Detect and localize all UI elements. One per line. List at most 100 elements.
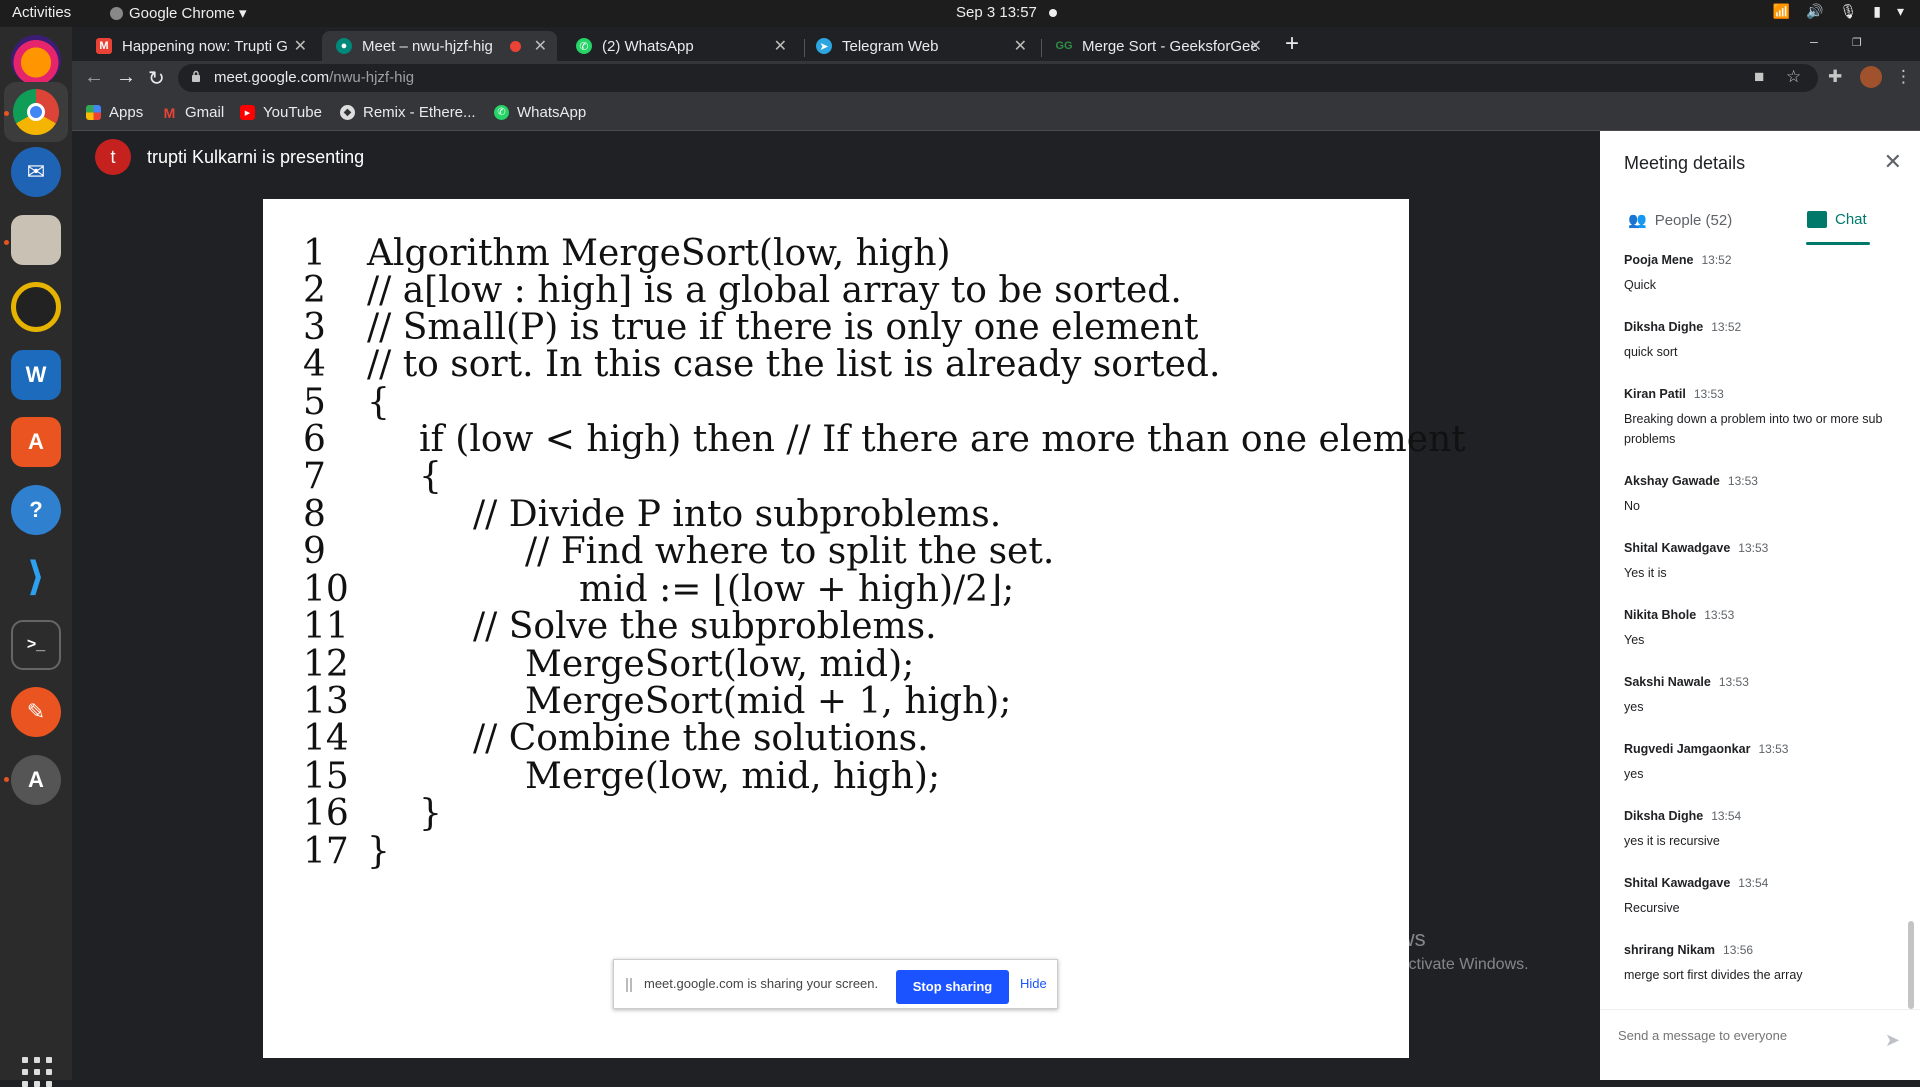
line-number: 15 xyxy=(303,756,349,797)
bookmark-label: Apps xyxy=(109,104,144,121)
sender-name: Nikita Bhole xyxy=(1624,608,1697,622)
line-number: 13 xyxy=(303,681,349,722)
url-path: /nwu-hjzf-hig xyxy=(329,69,415,86)
close-tab-icon[interactable]: ✕ xyxy=(1014,36,1027,56)
active-tab-indicator xyxy=(1806,242,1870,245)
meeting-details-panel: Meeting details ✕ 👥 People (52) Chat Poo… xyxy=(1600,131,1920,1080)
shared-screen: 1 Algorithm MergeSort(low, high) 2 // a[lo… xyxy=(263,199,1466,1058)
profile-avatar[interactable] xyxy=(1860,66,1882,88)
firefox-icon[interactable] xyxy=(11,35,61,85)
line-number: 3 xyxy=(303,307,326,348)
sender-name: Shital Kawadgave xyxy=(1624,876,1731,890)
tab-title: Happening now: Trupti G xyxy=(122,37,288,55)
drag-handle-icon[interactable] xyxy=(626,978,632,992)
message-text: yes xyxy=(1624,700,1644,714)
code-text: // Divide P into subproblems. xyxy=(473,494,1002,535)
chat-tab-label: Chat xyxy=(1835,211,1867,228)
code-text: { xyxy=(367,382,390,423)
activities-button[interactable]: Activities xyxy=(12,4,71,21)
lock-icon xyxy=(192,70,200,82)
close-tab-icon[interactable]: ✕ xyxy=(534,36,547,56)
presenter-avatar: t xyxy=(95,139,131,175)
code-text: MergeSort(low, mid); xyxy=(525,644,915,685)
bookmark-gmail[interactable]: M Gmail xyxy=(162,104,225,121)
close-tab-icon[interactable]: ✕ xyxy=(294,36,307,56)
system-tray[interactable]: 📶 🔊 🎙 ▮ ▾ xyxy=(1773,3,1904,20)
forward-icon[interactable]: → xyxy=(116,66,136,89)
line-number: 6 xyxy=(303,419,326,460)
tab-meet[interactable]: ● Meet – nwu-hjzf-hig ✕ xyxy=(322,31,557,61)
bookmark-label: YouTube xyxy=(263,104,322,121)
show-applications-icon[interactable] xyxy=(22,1057,52,1087)
chat-message-input[interactable] xyxy=(1618,1028,1848,1043)
message-time: 13:53 xyxy=(1693,387,1724,401)
bookmark-star-icon[interactable]: ☆ xyxy=(1786,67,1801,87)
activate-windows-watermark: Activate Windows Go to PC settings to ac… xyxy=(1252,926,1529,974)
chrome-dock-item[interactable] xyxy=(4,82,68,142)
chat-message: shrirang Nikam 13:56 merge sort first divi… xyxy=(1624,941,1884,985)
microphone-icon: 🎙 xyxy=(1839,3,1858,19)
message-header: shrirang Nikam 13:56 xyxy=(1624,941,1884,959)
close-tab-icon[interactable]: ✕ xyxy=(774,36,787,56)
stop-sharing-button[interactable]: Stop sharing xyxy=(896,970,1009,1004)
back-icon[interactable]: ← xyxy=(84,66,104,89)
extensions-icon[interactable]: ✚ xyxy=(1828,67,1842,87)
bookmark-whatsapp[interactable]: ✆ WhatsApp xyxy=(494,104,586,121)
code-text: // Solve the subproblems. xyxy=(473,606,937,647)
terminal-icon[interactable]: >_ xyxy=(11,620,61,670)
thunderbird-icon[interactable]: ✉ xyxy=(11,147,61,197)
writer-icon[interactable]: W xyxy=(11,350,61,400)
message-header: Diksha Dighe 13:54 xyxy=(1624,807,1884,825)
clock[interactable]: Sep 3 13:57 xyxy=(956,4,1037,21)
line-number: 11 xyxy=(303,606,349,647)
tab-chat[interactable]: Chat xyxy=(1807,211,1867,228)
address-bar[interactable]: meet.google.com/nwu-hjzf-hig xyxy=(178,64,1818,92)
line-number: 16 xyxy=(303,793,349,834)
chat-message: Rugvedi Jamgaonkar 13:53 yes xyxy=(1624,740,1884,784)
app-menu[interactable]: Google Chrome ▾ xyxy=(110,4,247,22)
files-icon[interactable] xyxy=(11,215,61,265)
whatsapp-icon: ✆ xyxy=(494,105,509,120)
bookmark-apps[interactable]: Apps xyxy=(86,104,143,121)
bookmark-remix[interactable]: ◆ Remix - Ethere... xyxy=(340,104,476,121)
camera-icon[interactable]: ■ xyxy=(1754,67,1764,87)
people-icon: 👥 xyxy=(1628,212,1647,229)
chat-message: Shital Kawadgave 13:54 Recursive xyxy=(1624,874,1884,918)
tab-strip: M Happening now: Trupti G ✕ ● Meet – nwu… xyxy=(72,27,1920,61)
editor-icon[interactable]: ✎ xyxy=(11,687,61,737)
close-tab-icon[interactable]: ✕ xyxy=(1249,36,1262,56)
apps-icon xyxy=(86,105,101,120)
chat-scrollbar[interactable] xyxy=(1908,921,1914,1009)
url-domain: meet.google.com xyxy=(214,69,330,86)
updater-icon[interactable]: A xyxy=(11,755,61,805)
wifi-icon: 📶 xyxy=(1772,3,1791,19)
restore-icon[interactable]: ❐ xyxy=(1852,36,1862,49)
tab-people[interactable]: 👥 People (52) xyxy=(1628,211,1732,230)
software-center-icon[interactable]: A xyxy=(11,417,61,467)
new-tab-button[interactable]: + xyxy=(1285,30,1299,58)
message-header: Shital Kawadgave 13:53 xyxy=(1624,539,1884,557)
minimize-icon[interactable]: – xyxy=(1810,33,1818,49)
vscode-icon[interactable]: ⟩ xyxy=(11,552,61,602)
tab-whatsapp[interactable]: ✆ (2) WhatsApp ✕ xyxy=(562,31,797,61)
tab-title: Merge Sort - GeeksforGee xyxy=(1082,37,1257,55)
tab-geeksforgeeks[interactable]: GG Merge Sort - GeeksforGee ✕ xyxy=(1042,31,1272,61)
bookmark-youtube[interactable]: ▶ YouTube xyxy=(240,104,322,121)
chrome-menu-icon[interactable]: ⋮ xyxy=(1895,67,1912,87)
message-time: 13:56 xyxy=(1723,943,1754,957)
tab-telegram[interactable]: ➤ Telegram Web ✕ xyxy=(802,31,1037,61)
close-icon[interactable]: ✕ xyxy=(1884,149,1902,175)
send-icon[interactable]: ➤ xyxy=(1885,1030,1900,1051)
tab-gmail[interactable]: M Happening now: Trupti G ✕ xyxy=(82,31,317,61)
code-text: MergeSort(mid + 1, high); xyxy=(525,681,1012,722)
chat-message: Kiran Patil 13:53 Breaking down a problem … xyxy=(1624,385,1884,449)
rhythmbox-icon[interactable] xyxy=(11,282,61,332)
watermark-subtitle: Go to PC settings to activate Windows. xyxy=(1252,956,1529,973)
hide-button[interactable]: Hide xyxy=(1020,976,1047,991)
reload-icon[interactable]: ↻ xyxy=(148,66,165,91)
message-text: Yes xyxy=(1624,633,1645,647)
code-text: Algorithm MergeSort(low, high) xyxy=(367,233,951,274)
help-icon[interactable]: ? xyxy=(11,485,61,535)
bookmark-label: WhatsApp xyxy=(517,104,587,121)
line-number: 4 xyxy=(303,344,326,385)
